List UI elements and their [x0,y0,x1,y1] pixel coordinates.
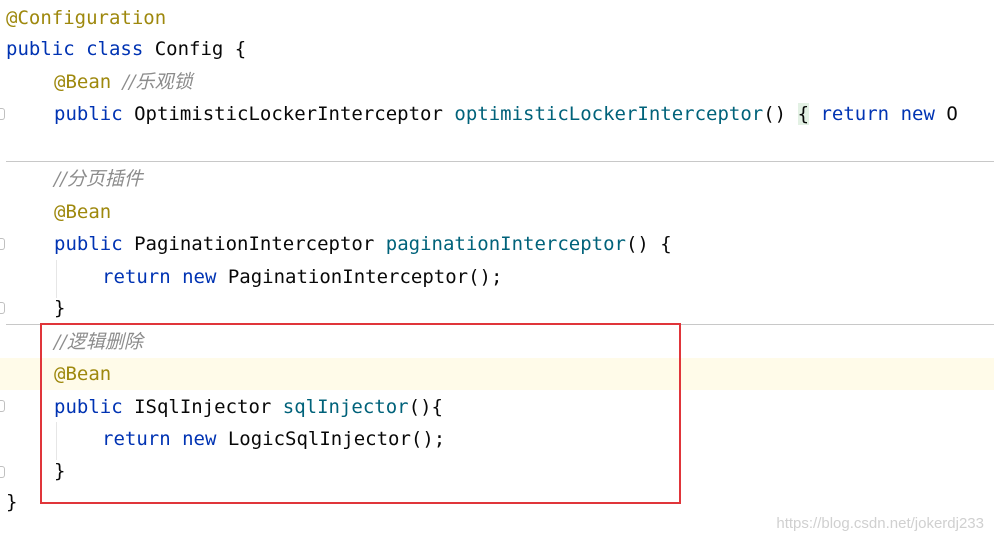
keyword-token: return [820,103,890,125]
code-token: } [54,297,66,319]
code-token: O [934,103,958,125]
comment-slashes-token: // [54,168,67,190]
code-line-7[interactable]: @Bean [0,196,994,228]
red-annotation-box [40,323,681,504]
code-token: PaginationInterceptor [122,233,386,255]
code-token: () { [625,233,672,255]
code-token: } [6,491,18,513]
keyword-token: new [900,103,935,125]
method-name-token: paginationInterceptor [385,233,626,255]
code-line-9[interactable]: return new PaginationInterceptor(); [0,261,994,293]
keyword-token: return [102,266,171,288]
code-line-3[interactable]: @Bean //乐观锁 [0,66,994,98]
code-editor[interactable]: @Configuration public class Config { @Be… [0,0,994,540]
code-token: OptimisticLockerInterceptor [122,103,455,125]
code-token: () [763,103,798,125]
code-line-2[interactable]: public class Config { [0,33,994,65]
annotation-token: @Bean [54,201,112,223]
method-name-token: optimisticLockerInterceptor [454,103,764,125]
code-line-1[interactable]: @Configuration [0,2,994,34]
annotation-token: @Configuration [6,7,167,29]
code-line-5[interactable] [0,130,994,162]
comment-token: 乐观锁 [135,71,193,93]
code-token: PaginationInterceptor(); [216,266,503,288]
keyword-token: new [182,266,217,288]
comment-slashes-token: // [122,71,136,93]
keyword-token: class [86,38,144,60]
keyword-token: public [54,233,123,255]
watermark: https://blog.csdn.net/jokerdj233 [776,515,984,532]
code-line-6[interactable]: //分页插件 [0,163,994,195]
annotation-token: @Bean [54,71,112,93]
code-line-4[interactable]: public OptimisticLockerInterceptor optim… [0,98,994,130]
keyword-token: public [54,103,123,125]
comment-token: 分页插件 [66,168,143,190]
code-line-8[interactable]: public PaginationInterceptor paginationI… [0,228,994,260]
code-line-10[interactable]: } [0,292,994,324]
code-token: Config { [143,38,247,60]
matched-brace-token: { [797,103,810,125]
keyword-token: public [6,38,75,60]
